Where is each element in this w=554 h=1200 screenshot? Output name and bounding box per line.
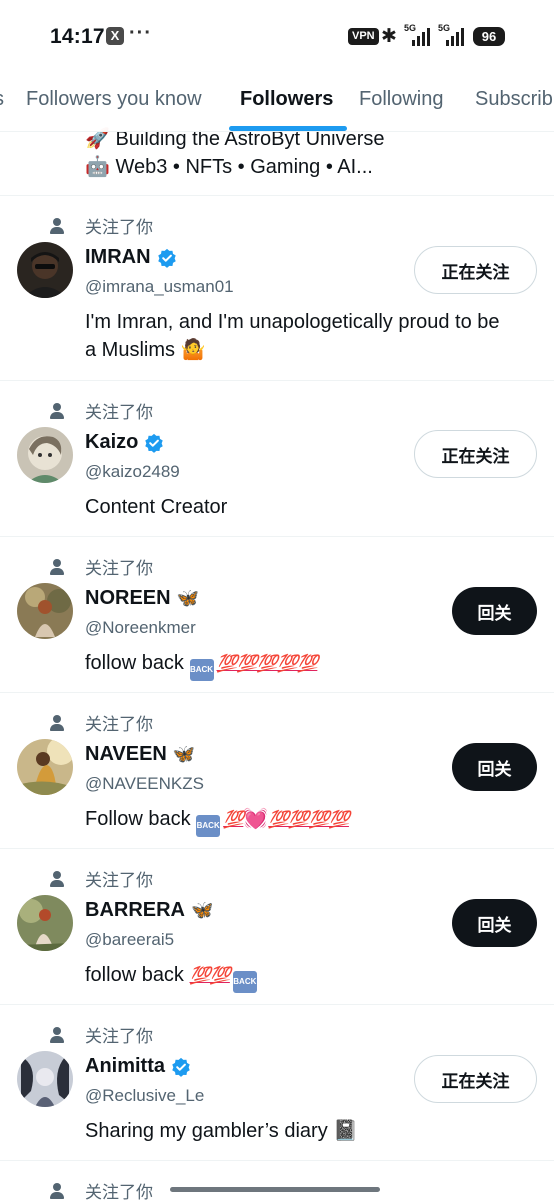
user-bio: Content Creator <box>85 496 228 518</box>
user-name-row[interactable]: BARRERA 🦋 <box>85 899 213 922</box>
person-icon <box>49 1182 65 1199</box>
verified-badge-icon <box>145 433 164 453</box>
heart-emoji: 💓 <box>243 808 269 830</box>
tab-followers-you-know[interactable]: Followers you know <box>26 88 202 111</box>
user-handle: @imrana_usman01 <box>85 277 234 296</box>
follows-you-row: 关注了你 <box>49 710 153 735</box>
back-arrow-emoji: BACK <box>189 659 214 681</box>
tab-subscriptions[interactable]: Subscrib <box>475 88 553 111</box>
user-name-row[interactable]: NOREEN 🦋 <box>85 587 199 610</box>
user-cell-noreen[interactable]: 关注了你 NOREEN 🦋 @Noreenkmer follow back BA… <box>0 537 554 693</box>
user-bio: I'm Imran, and I'm unapologetically prou… <box>85 311 500 361</box>
butterfly-emoji: 🦋 <box>172 744 196 764</box>
follows-you-row: 关注了你 <box>49 398 153 423</box>
follows-you-row: 关注了你 <box>49 866 153 891</box>
verified-badge-icon <box>172 1057 190 1077</box>
partial-user-cell[interactable]: 🚀 Building the AstroByt Universe 🤖 Web3 … <box>0 124 554 196</box>
back-arrow-emoji: BACK <box>196 815 221 837</box>
user-name[interactable]: Kaizo <box>85 431 138 454</box>
follows-you-row: 关注了你 <box>49 554 153 579</box>
following-button[interactable]: 正在关注 <box>414 430 537 478</box>
user-bio: follow back 💯💯 BACK <box>85 961 545 993</box>
user-handle: @kaizo2489 <box>85 462 180 481</box>
status-bar: 14:17 X ··· VPN ✱ 5G 5G 96 <box>0 0 554 70</box>
signal-icon-2: 5G <box>438 23 468 46</box>
hundred-emoji: 💯💯💯💯 <box>268 810 350 829</box>
person-icon <box>49 714 65 731</box>
active-tab-indicator <box>229 126 347 131</box>
user-bio: follow back BACK 💯💯💯💯💯 <box>85 649 545 681</box>
person-icon <box>49 1026 65 1043</box>
following-button[interactable]: 正在关注 <box>414 246 537 294</box>
user-name-row[interactable]: Kaizo <box>85 431 164 454</box>
signal-icon: 5G <box>404 23 434 46</box>
avatar[interactable] <box>17 895 73 951</box>
hundred-emoji: 💯💯💯💯💯 <box>216 654 319 673</box>
bluetooth-icon: ✱ <box>381 26 397 47</box>
user-handle: @NAVEENKZS <box>85 774 204 793</box>
partial-bio-line2: 🤖 Web3 • NFTs • Gaming • AI... <box>85 156 373 178</box>
follow-back-button[interactable]: 回关 <box>452 587 537 635</box>
home-indicator[interactable] <box>170 1187 380 1192</box>
hundred-emoji: 💯 <box>223 810 244 829</box>
user-name[interactable]: IMRAN <box>85 246 151 269</box>
user-handle: @Reclusive_Le <box>85 1086 205 1105</box>
battery-icon: 96 <box>473 27 505 46</box>
avatar[interactable] <box>17 739 73 795</box>
avatar[interactable] <box>17 1051 73 1107</box>
person-icon <box>49 217 65 234</box>
status-time: 14:17 <box>50 25 105 48</box>
more-notifications-icon: ··· <box>129 22 152 44</box>
hundred-emoji: 💯💯 <box>189 966 231 985</box>
user-cell-barrera[interactable]: 关注了你 BARRERA 🦋 @bareerai5 follow back 💯💯… <box>0 849 554 1005</box>
vpn-icon: VPN <box>348 28 379 45</box>
user-bio: Follow back BACK 💯💓💯💯💯💯 <box>85 805 545 837</box>
back-arrow-emoji: BACK <box>232 971 257 993</box>
user-name-row[interactable]: NAVEEN 🦋 <box>85 743 195 766</box>
user-name[interactable]: NAVEEN <box>85 743 167 766</box>
tab-followers[interactable]: Followers <box>240 88 333 111</box>
user-name[interactable]: NOREEN <box>85 587 171 610</box>
butterfly-emoji: 🦋 <box>191 900 214 920</box>
x-app-icon: X <box>106 27 124 45</box>
user-name-row[interactable]: IMRAN <box>85 246 177 269</box>
follows-you-row: 关注了你 <box>49 1022 153 1047</box>
tab-bar: s Followers you know Followers Following… <box>0 70 554 132</box>
tab-partial-left[interactable]: s <box>0 88 4 111</box>
user-name[interactable]: BARRERA <box>85 899 185 922</box>
following-button[interactable]: 正在关注 <box>414 1055 537 1103</box>
follows-you-row: 关注了你 <box>49 1178 153 1200</box>
user-handle: @bareerai5 <box>85 930 175 949</box>
user-name-row[interactable]: Animitta <box>85 1055 191 1078</box>
user-cell-animitta[interactable]: 关注了你 Animitta @Reclusive_Le Sharing my g… <box>0 1005 554 1161</box>
user-cell-partial[interactable]: 关注了你 <box>0 1161 554 1200</box>
user-cell-imran[interactable]: 关注了你 IMRAN @imrana_usman01 I'm Imran, an… <box>0 196 554 381</box>
person-icon <box>49 558 65 575</box>
person-icon <box>49 870 65 887</box>
person-icon <box>49 402 65 419</box>
avatar[interactable] <box>17 583 73 639</box>
avatar[interactable] <box>17 427 73 483</box>
avatar[interactable] <box>17 242 73 298</box>
follows-you-row: 关注了你 <box>49 213 153 238</box>
user-cell-kaizo[interactable]: 关注了你 Kaizo @kaizo2489 Content Creator 正在… <box>0 381 554 537</box>
follow-back-button[interactable]: 回关 <box>452 743 537 791</box>
user-name[interactable]: Animitta <box>85 1055 165 1078</box>
user-bio: Sharing my gambler’s diary 📓 <box>85 1120 359 1142</box>
user-cell-naveen[interactable]: 关注了你 NAVEEN 🦋 @NAVEENKZS Follow back BAC… <box>0 693 554 849</box>
verified-badge-icon <box>157 248 176 268</box>
butterfly-emoji: 🦋 <box>176 588 199 608</box>
follow-back-button[interactable]: 回关 <box>452 899 537 947</box>
tab-following[interactable]: Following <box>359 88 443 111</box>
user-handle: @Noreenkmer <box>85 618 196 637</box>
